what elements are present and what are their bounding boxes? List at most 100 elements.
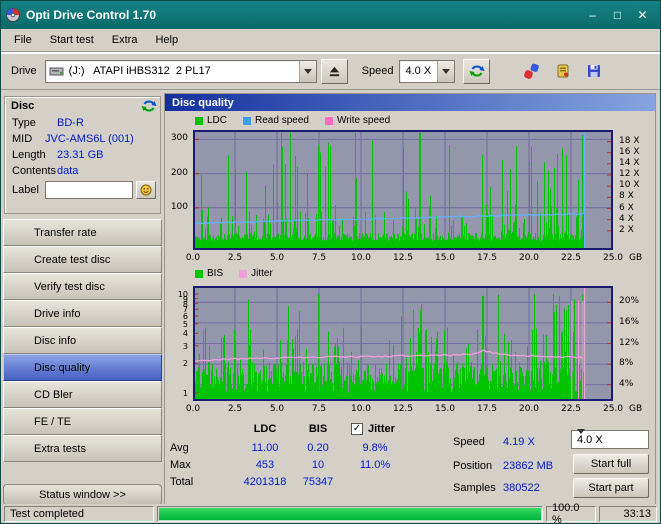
panel-header: Disc quality bbox=[165, 94, 655, 111]
bis-legend-label: BIS bbox=[207, 268, 224, 279]
read-speed-legend-swatch bbox=[243, 116, 252, 125]
axis-tick-label: 25.0 bbox=[602, 253, 624, 263]
disc-type-value: BD-R bbox=[57, 117, 84, 129]
sidebar-item-fe-te[interactable]: FE / TE bbox=[3, 408, 162, 435]
test-speed-select[interactable]: 4.0 X bbox=[571, 428, 649, 449]
menu-extra[interactable]: Extra bbox=[103, 31, 147, 49]
close-button[interactable]: ✕ bbox=[630, 5, 655, 25]
axis-tick-label: 1 bbox=[182, 389, 188, 398]
jitter-legend-swatch bbox=[239, 269, 248, 278]
stat-row-total: Total bbox=[170, 476, 194, 488]
disc-refresh-button[interactable] bbox=[141, 98, 157, 117]
axis-tick-label: 16% bbox=[619, 317, 640, 327]
stat-col-jitter: Jitter bbox=[368, 423, 395, 435]
speed-dropdown-arrow[interactable] bbox=[437, 60, 455, 82]
test-speed-value: 4.0 X bbox=[577, 433, 603, 446]
smiley-icon bbox=[140, 184, 152, 196]
legend-top: LDC Read speed Write speed bbox=[195, 115, 390, 126]
progress-fill bbox=[159, 507, 541, 520]
start-part-button[interactable]: Start part bbox=[573, 478, 649, 498]
ldc-read-speed-plot bbox=[193, 130, 613, 250]
title-bar: Opti Drive Control 1.70 – □ ✕ bbox=[1, 1, 660, 29]
axis-tick-label: 8% bbox=[619, 358, 634, 368]
bis-total: 75347 bbox=[302, 476, 334, 488]
axis-tick-label: 20.0 bbox=[518, 253, 540, 263]
status-window-button[interactable]: Status window >> bbox=[3, 484, 162, 506]
disc-contents-value[interactable]: data bbox=[57, 165, 78, 177]
maximize-button[interactable]: □ bbox=[605, 5, 630, 25]
jitter-right-axis: 20% 16% 12% 8% 4% bbox=[616, 286, 656, 401]
axis-tick-label: 300 bbox=[170, 133, 188, 143]
axis-tick-label: 0.0 bbox=[185, 404, 201, 414]
axis-tick-label: 12.5 bbox=[392, 404, 414, 414]
disc-group-title: Disc bbox=[11, 100, 35, 112]
axis-tick-label: GB bbox=[629, 404, 643, 414]
bis-avg: 0.20 bbox=[307, 442, 329, 454]
speed-select[interactable]: 4.0 X bbox=[399, 59, 456, 83]
axis-tick-label: 12 X bbox=[619, 169, 640, 179]
axis-tick-label: 7.5 bbox=[311, 253, 327, 263]
minimize-button[interactable]: – bbox=[580, 5, 605, 25]
read-speed-right-axis: 18 X 16 X 14 X 12 X 10 X8 X 6 X4 X2 X bbox=[616, 130, 656, 250]
axis-tick-label: 17.5 bbox=[476, 404, 498, 414]
menu-start-test[interactable]: Start test bbox=[41, 31, 103, 49]
jitter-checkbox[interactable]: ✓ bbox=[351, 423, 363, 435]
ldc-total: 4201318 bbox=[243, 476, 287, 488]
capture-icon bbox=[524, 63, 540, 79]
position-stat-value: 23862 MB bbox=[503, 460, 554, 472]
axis-tick-label: 14 X bbox=[619, 158, 640, 168]
write-speed-legend-label: Write speed bbox=[336, 115, 391, 126]
bis-jitter-plot bbox=[193, 286, 613, 401]
sidebar-item-cd-bler[interactable]: CD Bler bbox=[3, 381, 162, 408]
menu-file[interactable]: File bbox=[5, 31, 41, 49]
disc-label-input[interactable] bbox=[45, 181, 133, 199]
clipboard-button[interactable] bbox=[549, 59, 576, 84]
axis-tick-label: 12.5 bbox=[392, 253, 414, 263]
disc-mid-label: MID bbox=[12, 133, 33, 145]
ldc-avg: 11.00 bbox=[251, 442, 279, 454]
speed-stat-value: 4.19 X bbox=[503, 436, 535, 448]
axis-tick-label: 2 X bbox=[619, 225, 634, 235]
menu-help[interactable]: Help bbox=[146, 31, 187, 49]
sidebar-item-verify-test-disc[interactable]: Verify test disc bbox=[3, 273, 162, 300]
disc-mid-value: JVC-AMS6L (001) bbox=[45, 133, 134, 145]
window-title: Opti Drive Control 1.70 bbox=[26, 8, 157, 22]
save-button[interactable] bbox=[580, 59, 607, 84]
samples-stat-value: 380522 bbox=[503, 482, 540, 494]
axis-tick-label: 0.0 bbox=[185, 253, 201, 263]
sidebar-item-drive-info[interactable]: Drive info bbox=[3, 300, 162, 327]
eject-button[interactable] bbox=[320, 58, 348, 84]
sidebar-item-transfer-rate[interactable]: Transfer rate bbox=[3, 219, 162, 246]
disc-label-button[interactable] bbox=[136, 181, 156, 199]
refresh-speeds-button[interactable] bbox=[463, 58, 491, 84]
axis-tick-label: 17.5 bbox=[476, 253, 498, 263]
speed-stat-label: Speed bbox=[453, 436, 485, 448]
axis-tick-label: 15.0 bbox=[434, 404, 456, 414]
app-window: Opti Drive Control 1.70 – □ ✕ File Start… bbox=[0, 0, 661, 524]
bis-left-axis: 10 9 8 7 6 5 4 3 2 1 bbox=[165, 286, 191, 401]
stat-col-bis: BIS bbox=[308, 423, 328, 435]
axis-tick-label: 15.0 bbox=[434, 253, 456, 263]
capture-button[interactable] bbox=[518, 59, 545, 84]
toolbar: Drive (J:) ATAPI iHBS312 2 PL17 Speed 4.… bbox=[1, 53, 660, 90]
disc-contents-label: Contents bbox=[12, 165, 57, 177]
axis-tick-label: 5.0 bbox=[269, 404, 285, 414]
chart2-x-axis: 0.0 2.5 5.0 7.5 10.0 12.5 15.0 17.5 20.0 22.5 25.0… bbox=[186, 404, 655, 416]
start-full-button[interactable]: Start full bbox=[573, 454, 649, 474]
sidebar-item-disc-quality[interactable]: Disc quality bbox=[3, 354, 162, 381]
elapsed-time: 33:13 bbox=[599, 505, 657, 522]
sidebar-item-create-test-disc[interactable]: Create test disc bbox=[3, 246, 162, 273]
bis-legend-swatch bbox=[195, 269, 203, 278]
axis-tick-label: 5.0 bbox=[269, 253, 285, 263]
disc-label-label: Label bbox=[12, 184, 39, 196]
axis-tick-label: 5 bbox=[182, 320, 188, 329]
write-speed-legend-swatch bbox=[324, 116, 333, 125]
sidebar-item-disc-info[interactable]: Disc info bbox=[3, 327, 162, 354]
drive-label: Drive bbox=[11, 65, 37, 77]
eject-icon bbox=[329, 66, 339, 76]
drive-select[interactable]: (J:) ATAPI iHBS312 2 PL17 bbox=[44, 59, 317, 83]
drive-dropdown-arrow[interactable] bbox=[298, 60, 316, 82]
chart1-x-axis: 0.0 2.5 5.0 7.5 10.0 12.5 15.0 17.5 20.0 22.5 25.0… bbox=[186, 253, 655, 265]
sidebar-item-extra-tests[interactable]: Extra tests bbox=[3, 435, 162, 462]
disc-length-value: 23.31 GB bbox=[57, 149, 104, 161]
